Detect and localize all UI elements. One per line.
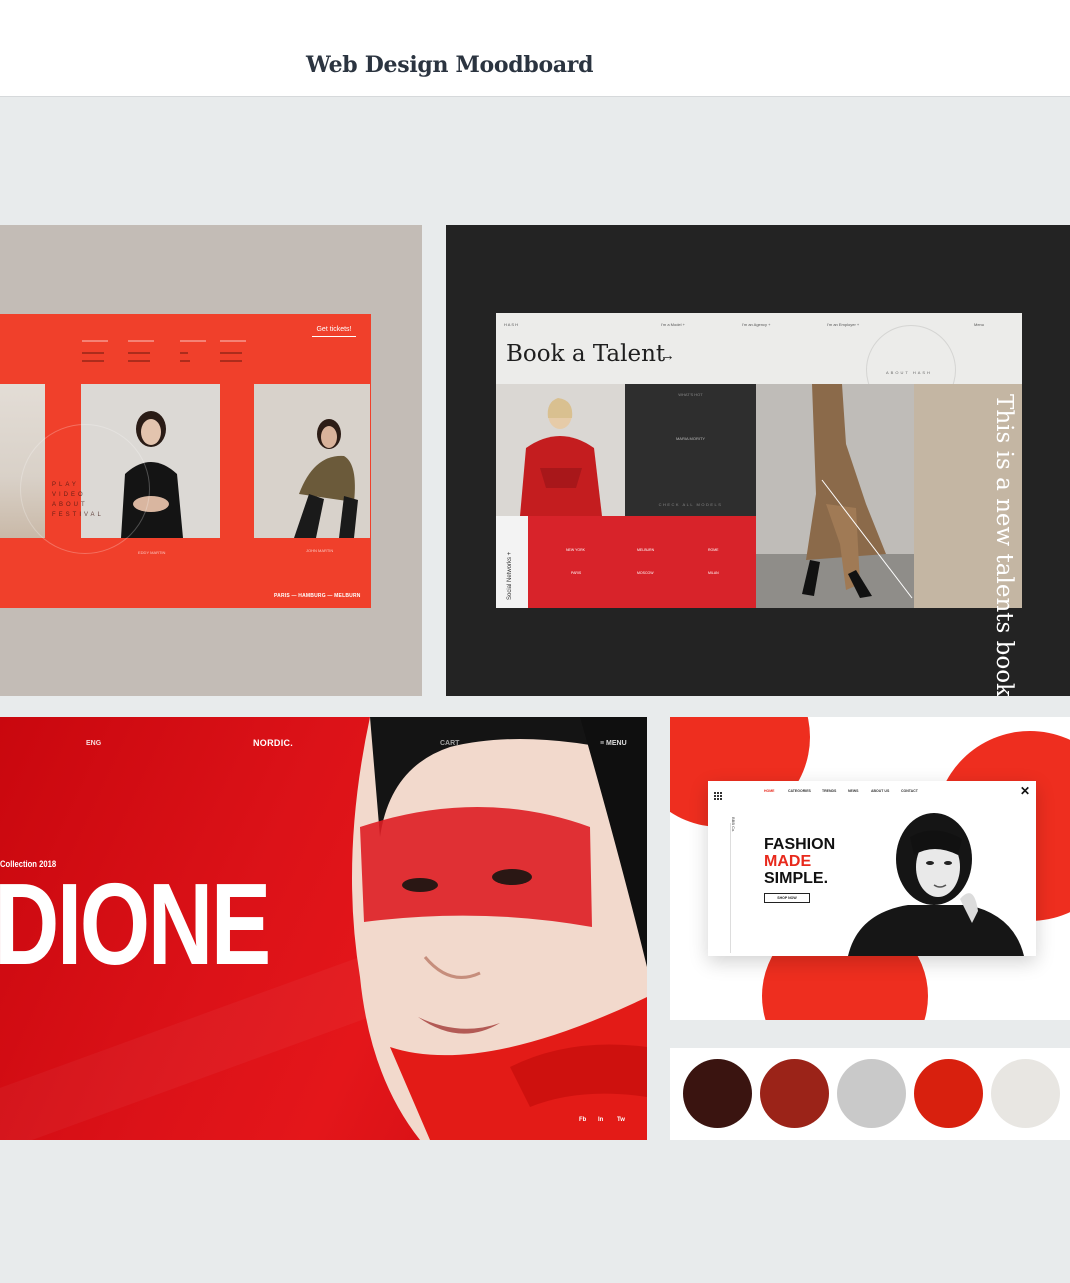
close-icon[interactable]: ✕: [1020, 784, 1030, 798]
nav-trends[interactable]: TRENDS: [822, 789, 836, 793]
festival-photo-3: [254, 384, 370, 538]
social-instagram[interactable]: In: [598, 1117, 603, 1123]
color-swatch[interactable]: [683, 1059, 752, 1128]
moodboard-card-palette[interactable]: [670, 1048, 1070, 1140]
whats-hot-label: WHAT'S HOT: [678, 392, 703, 397]
menu-button[interactable]: ≡ MENU: [600, 740, 627, 747]
hero-portrait: [330, 717, 647, 1140]
social-facebook[interactable]: Fb: [579, 1117, 586, 1123]
hash-tagline: This is a new talents booking HASH platf…: [991, 394, 1017, 696]
grid-menu-icon[interactable]: [714, 787, 722, 800]
color-swatch[interactable]: [991, 1059, 1060, 1128]
moodboard-card-fashion[interactable]: HOME CATEGORIES TRENDS NEWS ABOUT US CON…: [670, 717, 1070, 1020]
city-link[interactable]: MILAN: [708, 571, 719, 575]
hash-site: H A S H I'm a Model + I'm an Agency + I'…: [496, 313, 1022, 696]
color-swatch[interactable]: [914, 1059, 983, 1128]
get-tickets-button[interactable]: Get tickets!: [312, 326, 356, 337]
festival-name-2: JOHN MARTIN: [306, 548, 334, 553]
moodboard-card-nordic[interactable]: ENG NORDIC. CART ≡ MENU Collection 2018 …: [0, 717, 647, 1140]
color-swatch[interactable]: [760, 1059, 829, 1128]
city-link[interactable]: PARIS: [571, 571, 581, 575]
social-twitter[interactable]: Tw: [617, 1117, 625, 1123]
nav-employer[interactable]: I'm an Employer +: [827, 322, 859, 327]
nav-about[interactable]: ABOUT US: [871, 789, 889, 793]
arrow-right-icon[interactable]: →: [660, 347, 675, 364]
nav-categories[interactable]: CATEGORIES: [788, 789, 811, 793]
shop-now-button[interactable]: SHOP NOW: [764, 893, 810, 903]
hash-featured-model: WHAT'S HOT MARIA MORITY CHECK ALL MODELS: [625, 384, 756, 516]
headline-line-1: FASHION: [764, 836, 836, 853]
cart-link[interactable]: CART: [440, 740, 459, 747]
menu-label: MENU: [606, 740, 627, 747]
headline-line-2: MADE: [764, 853, 812, 870]
festival-cities: PARIS — HAMBURG — MELBURN: [274, 593, 361, 599]
city-link[interactable]: ROME: [708, 548, 719, 552]
social-networks-label: Social Networks +: [507, 551, 513, 600]
city-link[interactable]: NEW YORK: [566, 548, 585, 552]
social-networks-tab[interactable]: Social Networks +: [496, 516, 528, 608]
side-brand: BBB Co.: [731, 817, 736, 833]
nav-menu[interactable]: Menu: [974, 322, 984, 327]
festival-site-panel: Get tickets! PLAY VIDEO ABOUT FESTIVAL E…: [0, 314, 371, 608]
fashion-portrait: [838, 803, 1028, 956]
hash-tagline-panel: This is a new talents booking HASH platf…: [914, 384, 1022, 696]
model-name: MARIA MORITY: [675, 436, 706, 441]
city-link[interactable]: MELBURN: [637, 548, 654, 552]
page-header: Web Design Moodboard: [0, 0, 1070, 97]
fashion-headline: FASHION MADE SIMPLE.: [764, 836, 835, 887]
nordic-logo[interactable]: NORDIC.: [253, 738, 293, 748]
hash-photo-brown-dress: [756, 384, 914, 608]
nav-news[interactable]: NEWS: [848, 789, 859, 793]
city-link[interactable]: MOSCOW: [637, 571, 654, 575]
page-title: Web Design Moodboard: [306, 52, 594, 78]
nav-contact[interactable]: CONTACT: [901, 789, 918, 793]
moodboard-card-hash[interactable]: H A S H I'm a Model + I'm an Agency + I'…: [446, 225, 1070, 696]
about-hash-link[interactable]: ABOUT HASH: [886, 370, 932, 375]
check-all-models-link[interactable]: CHECK ALL MODELS: [625, 502, 756, 507]
language-selector[interactable]: ENG: [86, 740, 101, 747]
city-grid: NEW YORK MELBURN ROME PARIS MOSCOW MILAN: [528, 516, 756, 608]
nav-agency[interactable]: I'm an Agency +: [742, 322, 770, 327]
hero-headline: DIONE: [0, 859, 271, 989]
nav-model[interactable]: I'm a Model +: [661, 322, 685, 327]
hash-title: Book a Talent: [506, 341, 666, 367]
color-swatch[interactable]: [837, 1059, 906, 1128]
festival-nav-columns: [82, 340, 262, 374]
moodboard-card-festival[interactable]: Get tickets! PLAY VIDEO ABOUT FESTIVAL E…: [0, 225, 422, 696]
hash-photo-red-coat: [496, 384, 625, 516]
festival-name-1: EDDY MARTIN: [138, 550, 166, 555]
play-video-label[interactable]: PLAY VIDEO ABOUT FESTIVAL: [52, 480, 114, 520]
fashion-site: HOME CATEGORIES TRENDS NEWS ABOUT US CON…: [708, 781, 1036, 956]
nav-home[interactable]: HOME: [764, 789, 775, 793]
side-rail: [730, 823, 731, 953]
hash-brand[interactable]: H A S H: [504, 322, 518, 327]
headline-line-3: SIMPLE.: [764, 870, 829, 887]
